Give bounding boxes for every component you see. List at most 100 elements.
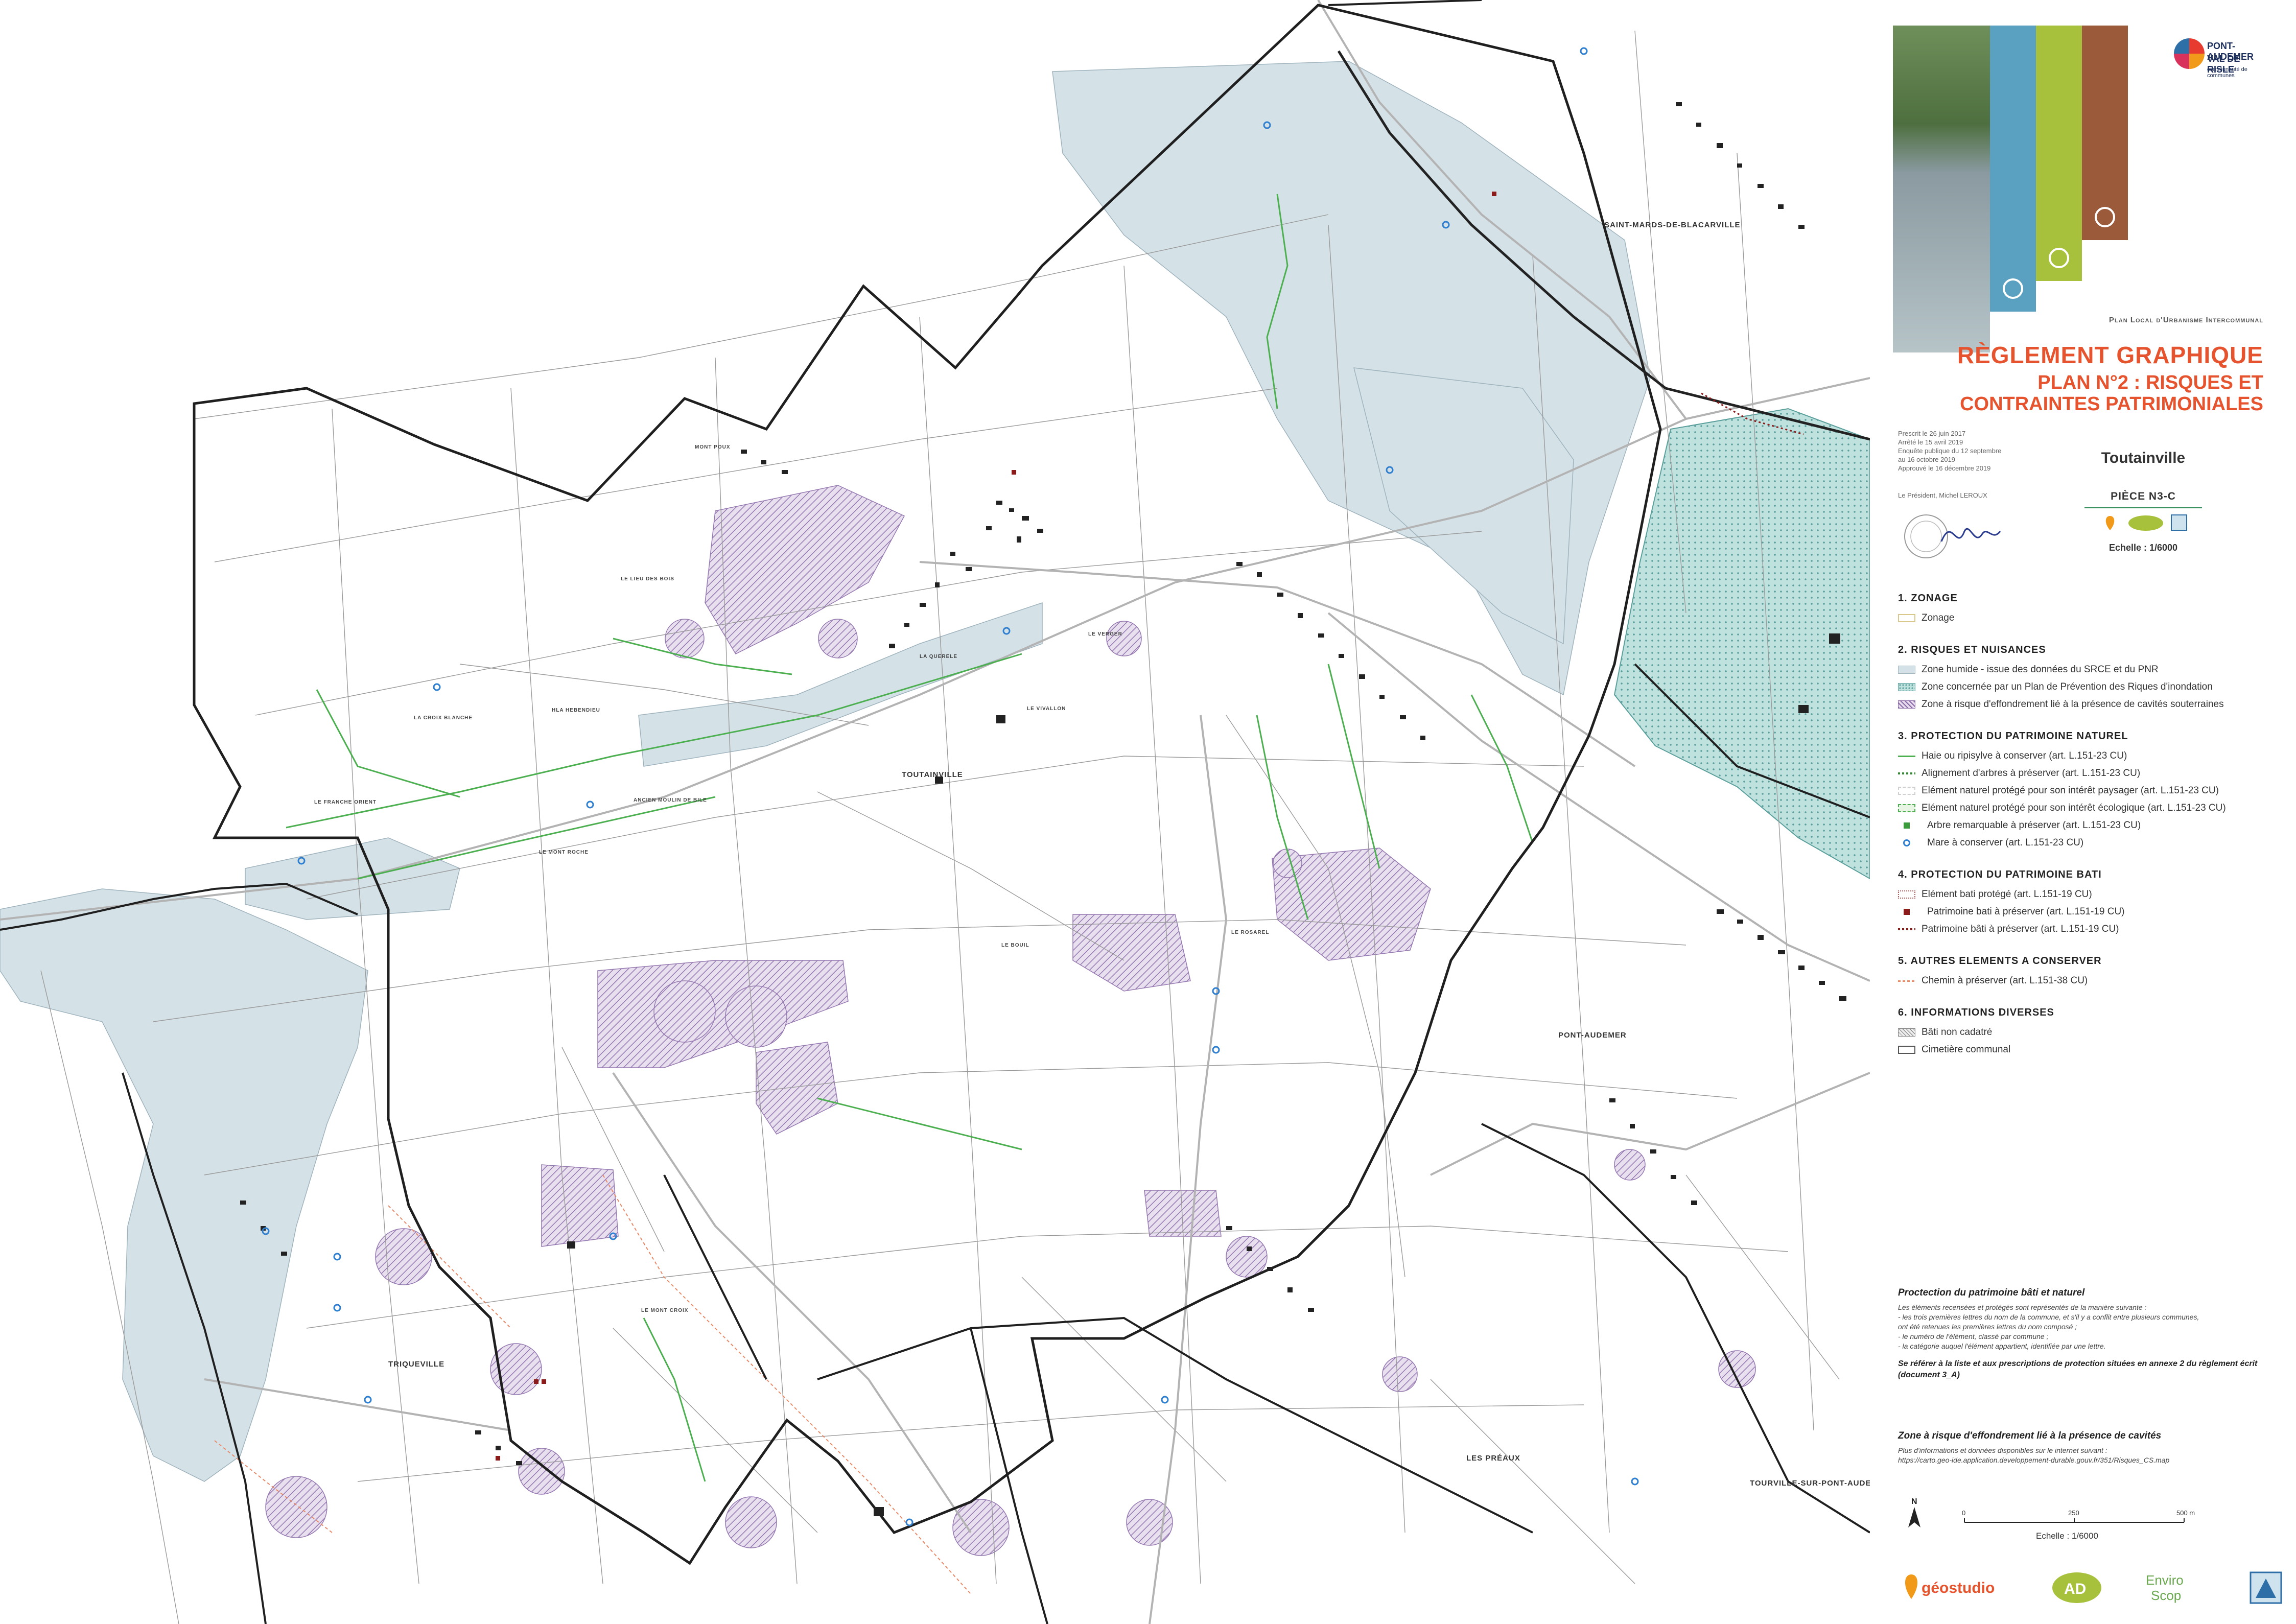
notes-line: - les trois premières lettres du nom de … [1898, 1313, 2199, 1321]
plan-title-line-2: CONTRAINTES PATRIMONIALES [1960, 393, 2263, 415]
scale-tick-label: 0 [1962, 1509, 1965, 1517]
date-line: au 16 octobre 2019 [1898, 456, 1956, 463]
scale-label-header: Echelle : 1/6000 [2108, 543, 2178, 553]
north-arrow-icon [1908, 1507, 1920, 1527]
hamlet-name: MONT POUX [695, 444, 731, 450]
partner-logos-graphic: géostudio AD Enviro Scop [1905, 1571, 2282, 1604]
remarkable-tree-icon [1904, 822, 1910, 829]
scale-tick-label: 500 m [2176, 1509, 2195, 1517]
plan-title: PLAN N°2 : RISQUES ET CONTRAINTES PATRIM… [1936, 372, 2263, 415]
legend-item: Zonage [1898, 609, 2291, 627]
legend-item: Zone humide - issue des données du SRCE … [1898, 661, 2291, 678]
hamlet-name: LE MONT CROIX [641, 1308, 689, 1313]
hamlet-name: LE BOUIL [1001, 943, 1029, 948]
map-canvas[interactable]: SAINT-MARDS-DE-BLACARVILLE TOUTAINVILLE … [0, 0, 1870, 1624]
legend-item-label: Elément bati protégé (art. L.151-19 CU) [1922, 889, 2092, 900]
hamlet-name: LE ROSAREL [1231, 930, 1270, 935]
cavity-info: Zone à risque d'effondrement lié à la pr… [1898, 1430, 2291, 1465]
geostudio-logo: géostudio [1922, 1580, 1995, 1596]
hamlet-name: LA CROIX BLANCHE [414, 715, 473, 721]
uncadastred-swatch [1898, 1028, 1915, 1037]
hamlet-name: LA QUERELE [920, 654, 958, 660]
legend-item-label: Zonage [1922, 613, 1955, 623]
legend-section-title: 6. INFORMATIONS DIVERSES [1898, 1007, 2054, 1018]
enviroscop-logo-line-2: Scop [2151, 1588, 2181, 1603]
legend-section-title: 2. RISQUES ET NUISANCES [1898, 644, 2046, 655]
date-line: Arrêté le 15 avril 2019 [1898, 438, 1963, 446]
commune-name: Toutainville [2101, 450, 2186, 466]
legend-panel: PONT-AUDEMER VAL DE RISLE communauté de … [1870, 0, 2296, 1624]
ecological-swatch [1898, 804, 1915, 812]
enviroscop-logo-line-1: Enviro [2146, 1572, 2184, 1588]
piece-underline [2084, 507, 2202, 508]
legend-item-label: Chemin à préserver (art. L.151-38 CU) [1922, 975, 2088, 986]
plan-title-line-1: PLAN N°2 : RISQUES ET [2037, 372, 2263, 393]
north-label: N [1911, 1497, 1917, 1506]
legend-section-title: 4. PROTECTION DU PATRIMOINE BATI [1898, 869, 2102, 880]
legend-item: Alignement d'arbres à préserver (art. L.… [1898, 765, 2291, 782]
partner-logos: géostudio AD Enviro Scop [1898, 1563, 2291, 1614]
legend-item-label: Zone concernée par un Plan de Prévention… [1922, 681, 2213, 692]
hamlet-name: ANCIEN MOULIN DE BILE [634, 797, 707, 803]
heritage-square-icon [1904, 909, 1910, 915]
date-line: Approuvé le 16 décembre 2019 [1898, 464, 1991, 472]
blue-band [1990, 26, 2036, 312]
hedge-line-icon [1898, 755, 1915, 757]
cavity-heading: Zone à risque d'effondrement lié à la pr… [1898, 1430, 2162, 1441]
legend-item-label: Alignement d'arbres à préserver (art. L.… [1922, 768, 2141, 779]
heritage-line-icon [1898, 928, 1915, 930]
partner-mini-logos [2105, 514, 2187, 531]
place-name: TOURVILLE-SUR-PONT-AUDEMER [1750, 1479, 1870, 1488]
ppri-swatch [1898, 683, 1915, 691]
legend-item-label: Zone humide - issue des données du SRCE … [1922, 664, 2159, 675]
legend-item: Zone à risque d'effondrement lié à la pr… [1898, 696, 2291, 713]
notes-line: - la catégorie auquel l'élément appartie… [1898, 1342, 2106, 1350]
scale-tick-label: 250 [2068, 1509, 2079, 1517]
legend-item: Elément naturel protégé pour son intérêt… [1898, 782, 2291, 799]
logo-line-3: communauté de communes [2207, 66, 2247, 79]
tree-alignment-icon [1898, 772, 1915, 774]
legend-section-title: 5. AUTRES ELEMENTS A CONSERVER [1898, 955, 2102, 967]
protected-building-icon [1898, 890, 1915, 899]
head-icon [2003, 278, 2023, 299]
hamlet-name: LE VIVALLON [1027, 706, 1066, 712]
zonage-swatch [1898, 614, 1915, 622]
notes-line: Les éléments recensées et protégés sont … [1898, 1303, 2147, 1311]
legend-item: Zone concernée par un Plan de Prévention… [1898, 678, 2291, 696]
legend-item-label: Zone à risque d'effondrement lié à la pr… [1922, 699, 2224, 710]
legend-section-title: 3. PROTECTION DU PATRIMOINE NATUREL [1898, 731, 2128, 742]
date-line: Enquête publique du 12 septembre [1898, 447, 2002, 455]
legend-item: Haie ou ripisylve à conserver (art. L.15… [1898, 747, 2291, 765]
legend-item-label: Elément naturel protégé pour son intérêt… [1922, 803, 2226, 813]
cavity-swatch [1898, 700, 1915, 709]
legend-item: Chemin à préserver (art. L.151-38 CU) [1898, 972, 2291, 990]
community-logo: PONT-AUDEMER VAL DE RISLE communauté de … [2164, 26, 2266, 112]
legend-item-label: Bâti non cadatré [1922, 1027, 1993, 1038]
place-name: SAINT-MARDS-DE-BLACARVILLE [1604, 221, 1741, 229]
legend-item-label: Arbre remarquable à préserver (art. L.15… [1927, 820, 2141, 831]
date-line: Prescrit le 26 juin 2017 [1898, 430, 1966, 437]
legend-item-label: Elément naturel protégé pour son intérêt… [1922, 785, 2219, 796]
hamlet-name: LE VERGER [1088, 631, 1122, 637]
cavity-url[interactable]: https://carto.geo-ide.application.develo… [1898, 1455, 2291, 1465]
notes-heading: Proctection du patrimoine bâti et nature… [1898, 1287, 2085, 1298]
hamlet-name: LE LIEU DES BOIS [621, 576, 674, 582]
scale-bar: N 0 250 500 m Echelle : 1/6000 [1898, 1492, 2291, 1548]
president-line: Le Président, Michel LEROUX [1898, 491, 1987, 499]
protection-notes: Proctection du patrimoine bâti et nature… [1898, 1287, 2291, 1381]
wetland-zones [0, 61, 1651, 1482]
piece-number: PIÈCE N3-C [2111, 490, 2176, 502]
brown-band [2082, 26, 2128, 240]
flower-logo-icon [2174, 38, 2205, 69]
place-name: TOUTAINVILLE [902, 770, 963, 779]
procedure-dates: Prescrit le 26 juin 2017 Arrêté le 15 av… [1898, 429, 2041, 473]
signature-stamp [1904, 514, 2001, 558]
legend-item-label: Patrimoine bâti à préserver (art. L.151-… [1922, 924, 2119, 934]
path-line-icon [1898, 980, 1915, 982]
legend-item: Arbre remarquable à préserver (art. L.15… [1898, 817, 2291, 834]
cemetery-swatch [1898, 1046, 1915, 1054]
pond-circle-icon [1903, 839, 1910, 846]
building-icon [2049, 248, 2069, 268]
place-name: LES PRÉAUX [1466, 1454, 1520, 1463]
legend-item: Mare à conserver (art. L.151-23 CU) [1898, 834, 2291, 852]
